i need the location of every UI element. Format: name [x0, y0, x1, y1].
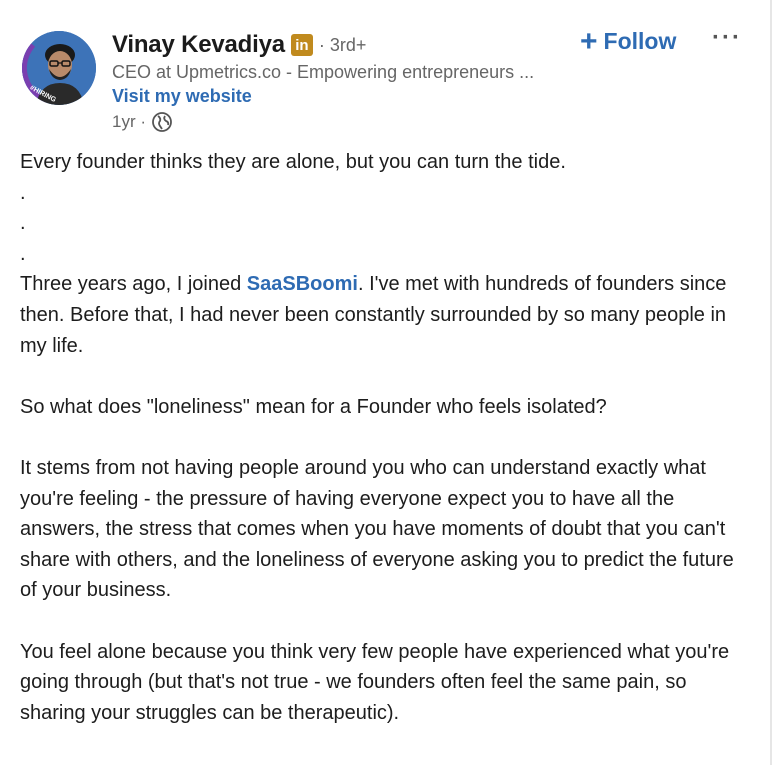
post-paragraph: Three years ago, I joined SaaSBoomi. I'v…	[20, 269, 750, 361]
post-dot: .	[20, 212, 26, 235]
author-name[interactable]: Vinay Kevadiya	[112, 31, 285, 59]
post-text: Three years ago, I joined	[20, 273, 247, 296]
post-paragraph: You feel alone because you think very fe…	[20, 640, 730, 724]
post-paragraph: So what does "loneliness" mean for a Fou…	[20, 395, 607, 418]
feed-post-card: #HIRING Vinay Kevadiya in · 3rd+ CEO at …	[0, 0, 772, 765]
follow-label: Follow	[603, 28, 677, 54]
linkedin-icon: in	[290, 34, 313, 56]
author-avatar[interactable]: #HIRING	[22, 31, 96, 105]
globe-icon	[152, 112, 172, 132]
post-dot: .	[20, 181, 26, 204]
post-time: 1yr ·	[112, 112, 146, 131]
visit-website-link[interactable]: Visit my website	[112, 86, 252, 107]
follow-button[interactable]: + Follow	[580, 24, 677, 58]
post-meta: 1yr ·	[112, 112, 172, 132]
plus-icon: +	[580, 24, 598, 58]
connection-degree: · 3rd+	[318, 34, 367, 55]
post-dot: .	[20, 242, 26, 265]
author-headline: CEO at Upmetrics.co - Empowering entrepr…	[112, 62, 535, 82]
post-paragraph: It stems from not having people around y…	[20, 456, 734, 602]
more-options-button[interactable]: ···	[712, 24, 742, 52]
post-paragraph: Every founder thinks they are alone, but…	[20, 151, 566, 173]
mention-link[interactable]: SaaSBoomi	[247, 273, 358, 295]
author-name-row: Vinay Kevadiya in · 3rd+	[112, 30, 366, 60]
post-body: Every founder thinks they are alone, but…	[20, 147, 750, 728]
